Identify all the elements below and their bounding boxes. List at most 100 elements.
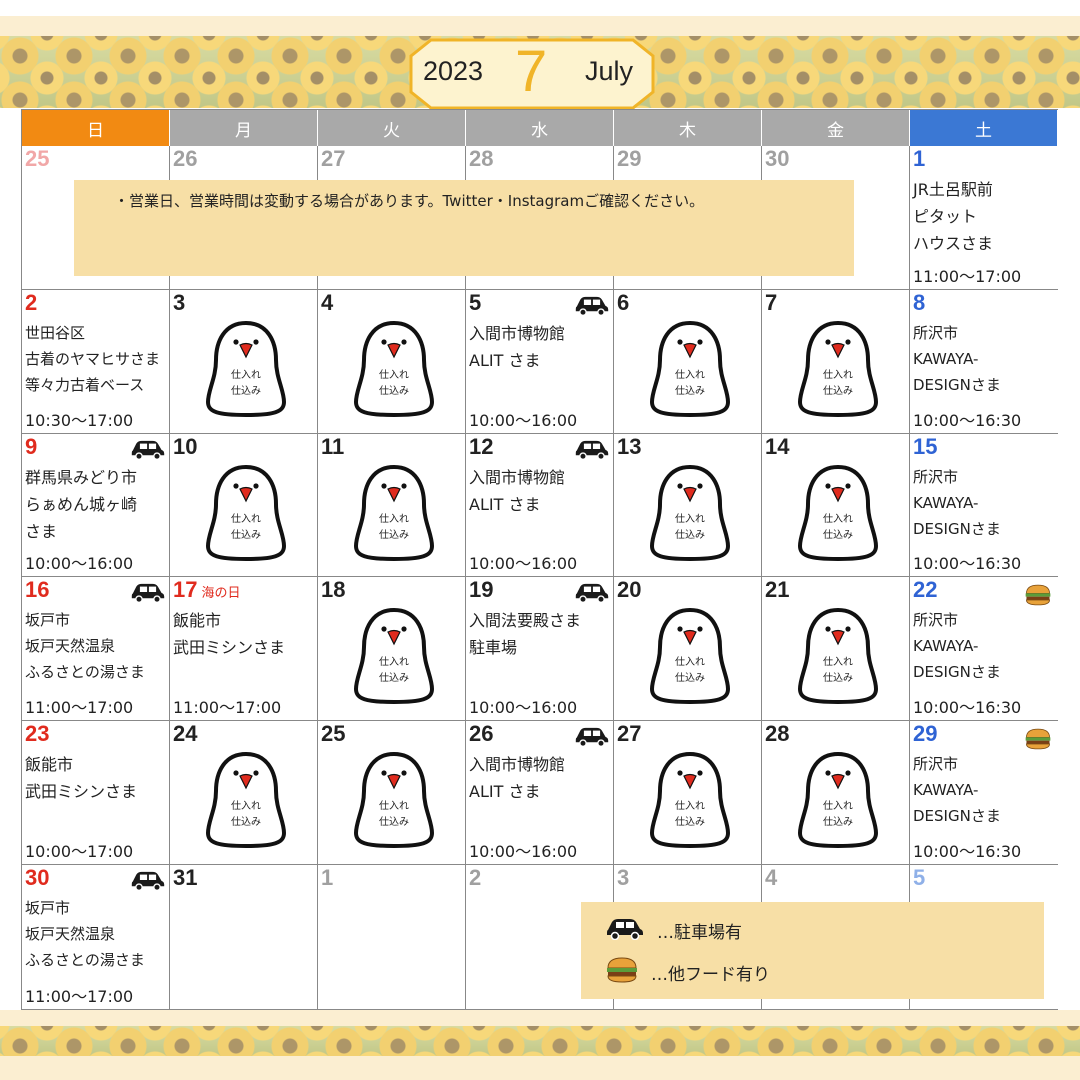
day-cell: 14 仕入れ 仕込み [762, 434, 910, 577]
day-number: 26 [173, 146, 197, 172]
day-cell: 26 入間市博物館 ALIT さま 10:00〜16:00 [466, 721, 614, 865]
day-number: 28 [765, 721, 789, 747]
day-number-text: 23 [25, 721, 50, 746]
venue-line: 等々力古着ベース [25, 376, 145, 394]
day-number-text: 28 [765, 721, 790, 746]
bird-mascot: 仕入れ 仕込み [352, 464, 436, 562]
day-cell: 5 入間市博物館 ALIT さま 10:00〜16:00 [466, 290, 614, 434]
day-number-text: 9 [25, 434, 38, 459]
bird-mascot: 仕入れ 仕込み [204, 464, 288, 562]
day-number: 16 [25, 577, 49, 603]
bird-label-line1: 仕入れ [823, 801, 853, 812]
venue-line: KAWAYA- [913, 350, 979, 368]
day-number: 20 [617, 577, 641, 603]
day-number: 17 海の日 [173, 577, 241, 603]
time-text: 11:00〜17:00 [173, 698, 282, 717]
venue-line: 群馬県みどり市 [25, 468, 138, 487]
venue-line: 入間市博物館 [469, 755, 566, 774]
day-number: 3 [173, 290, 185, 316]
day-number: 22 [913, 577, 937, 603]
venue-text: 世田谷区 古着のヤマヒサさま 等々力古着ベース [25, 320, 160, 398]
burger-icon [1024, 727, 1052, 755]
venue-text: 入間法要殿さま 駐車場 [469, 607, 581, 661]
day-number: 29 [617, 146, 641, 172]
day-cell: 22 所沢市 KAWAYA- DESIGNさま 10:00〜16:30 [910, 577, 1058, 721]
day-number: 1 [913, 146, 925, 172]
bird-mascot: 仕入れ 仕込み [648, 320, 732, 418]
bird-label-line1: 仕入れ [823, 657, 853, 668]
car-icon [574, 294, 610, 320]
venue-line: 入間法要殿さま [469, 611, 582, 630]
bird-label-line2: 仕込み [823, 673, 853, 684]
bird-mascot: 仕入れ 仕込み [352, 607, 436, 705]
venue-line: 武田ミシンさま [25, 782, 138, 801]
time-text: 10:00〜16:00 [469, 411, 578, 430]
day-number-text: 1 [321, 865, 334, 890]
time-text: 11:00〜17:00 [913, 267, 1022, 286]
bird-label-line2: 仕込み [823, 386, 853, 397]
bird-label-line2: 仕込み [675, 386, 705, 397]
day-number-text: 17 [173, 577, 198, 602]
day-number-text: 8 [913, 290, 926, 315]
day-number-text: 30 [25, 865, 50, 890]
day-cell: 12 入間市博物館 ALIT さま 10:00〜16:00 [466, 434, 614, 577]
day-cell: 4 仕入れ仕込み [318, 290, 466, 434]
bird-label-line1: 仕入れ [675, 657, 705, 668]
bird-label-line1: 仕入れ [379, 370, 409, 381]
bottom-cream-strip-2 [0, 1056, 1080, 1080]
day-number-text: 14 [765, 434, 790, 459]
venue-text: 入間市博物館 ALIT さま [469, 464, 565, 518]
venue-text: 飯能市 武田ミシンさま [173, 607, 285, 661]
day-number: 19 [469, 577, 493, 603]
venue-line: 坂戸天然温泉 [25, 637, 116, 655]
day-cell: 19 入間法要殿さま 駐車場 10:00〜16:00 [466, 577, 614, 721]
bird-label-line2: 仕込み [231, 386, 261, 397]
bird-label-line2: 仕込み [379, 530, 409, 541]
bird-label-line1: 仕入れ [675, 370, 705, 381]
notice-text: ・営業日、営業時間は変動する場合があります。Twitter・Instagramご… [114, 192, 705, 210]
day-number: 12 [469, 434, 493, 460]
bird-label-line2: 仕込み [231, 817, 261, 828]
bird-label-line2: 仕込み [379, 386, 409, 397]
day-number-text: 28 [469, 146, 494, 171]
day-number-text: 31 [173, 865, 198, 890]
day-cell: 16 坂戸市 坂戸天然温泉 ふるさとの湯さま 11:00〜17:00 [22, 577, 170, 721]
venue-text: 坂戸市 坂戸天然温泉 ふるさとの湯さま [25, 895, 145, 973]
day-number: 21 [765, 577, 789, 603]
day-number: 29 [913, 721, 937, 747]
day-number: 24 [173, 721, 197, 747]
day-number-text: 29 [913, 721, 938, 746]
day-number-text: 10 [173, 434, 198, 459]
venue-line: 駐車場 [469, 638, 518, 657]
venue-line: ふるさとの湯さま [25, 951, 145, 969]
time-text: 10:00〜17:00 [25, 842, 134, 861]
venue-line: 古着のヤマヒサさま [25, 350, 161, 368]
day-cell: 31 [170, 865, 318, 1009]
month-title-plate: 2023 7 July [409, 38, 655, 110]
day-number: 27 [617, 721, 641, 747]
day-number: 23 [25, 721, 49, 747]
day-cell: 1 JR土呂駅前 ピタット ハウスさま 11:00〜17:00 [910, 146, 1058, 290]
day-number-text: 19 [469, 577, 494, 602]
day-cell: 27 仕入れ 仕込み [614, 721, 762, 865]
day-number: 30 [25, 865, 49, 891]
time-text: 10:00〜16:30 [913, 842, 1022, 861]
day-number: 30 [765, 146, 789, 172]
day-number: 11 [321, 434, 344, 460]
weekday-header-2: 火 [318, 110, 466, 146]
day-number-text: 5 [469, 290, 482, 315]
bird-mascot: 仕入れ 仕込み [648, 751, 732, 849]
day-number-text: 16 [25, 577, 50, 602]
day-cell: 25 仕入れ 仕込み [318, 721, 466, 865]
venue-text: 所沢市 KAWAYA- DESIGNさま [913, 607, 1001, 685]
bird-label-line2: 仕込み [379, 673, 409, 684]
venue-line: 坂戸市 [25, 899, 71, 917]
day-number-text: 4 [321, 290, 334, 315]
day-number: 10 [173, 434, 197, 460]
venue-line: KAWAYA- [913, 781, 979, 799]
day-number: 13 [617, 434, 641, 460]
venue-line: DESIGNさま [913, 376, 1001, 394]
month-name: July [585, 56, 634, 86]
day-number: 4 [765, 865, 777, 891]
bird-mascot: 仕入れ 仕込み [796, 320, 880, 418]
